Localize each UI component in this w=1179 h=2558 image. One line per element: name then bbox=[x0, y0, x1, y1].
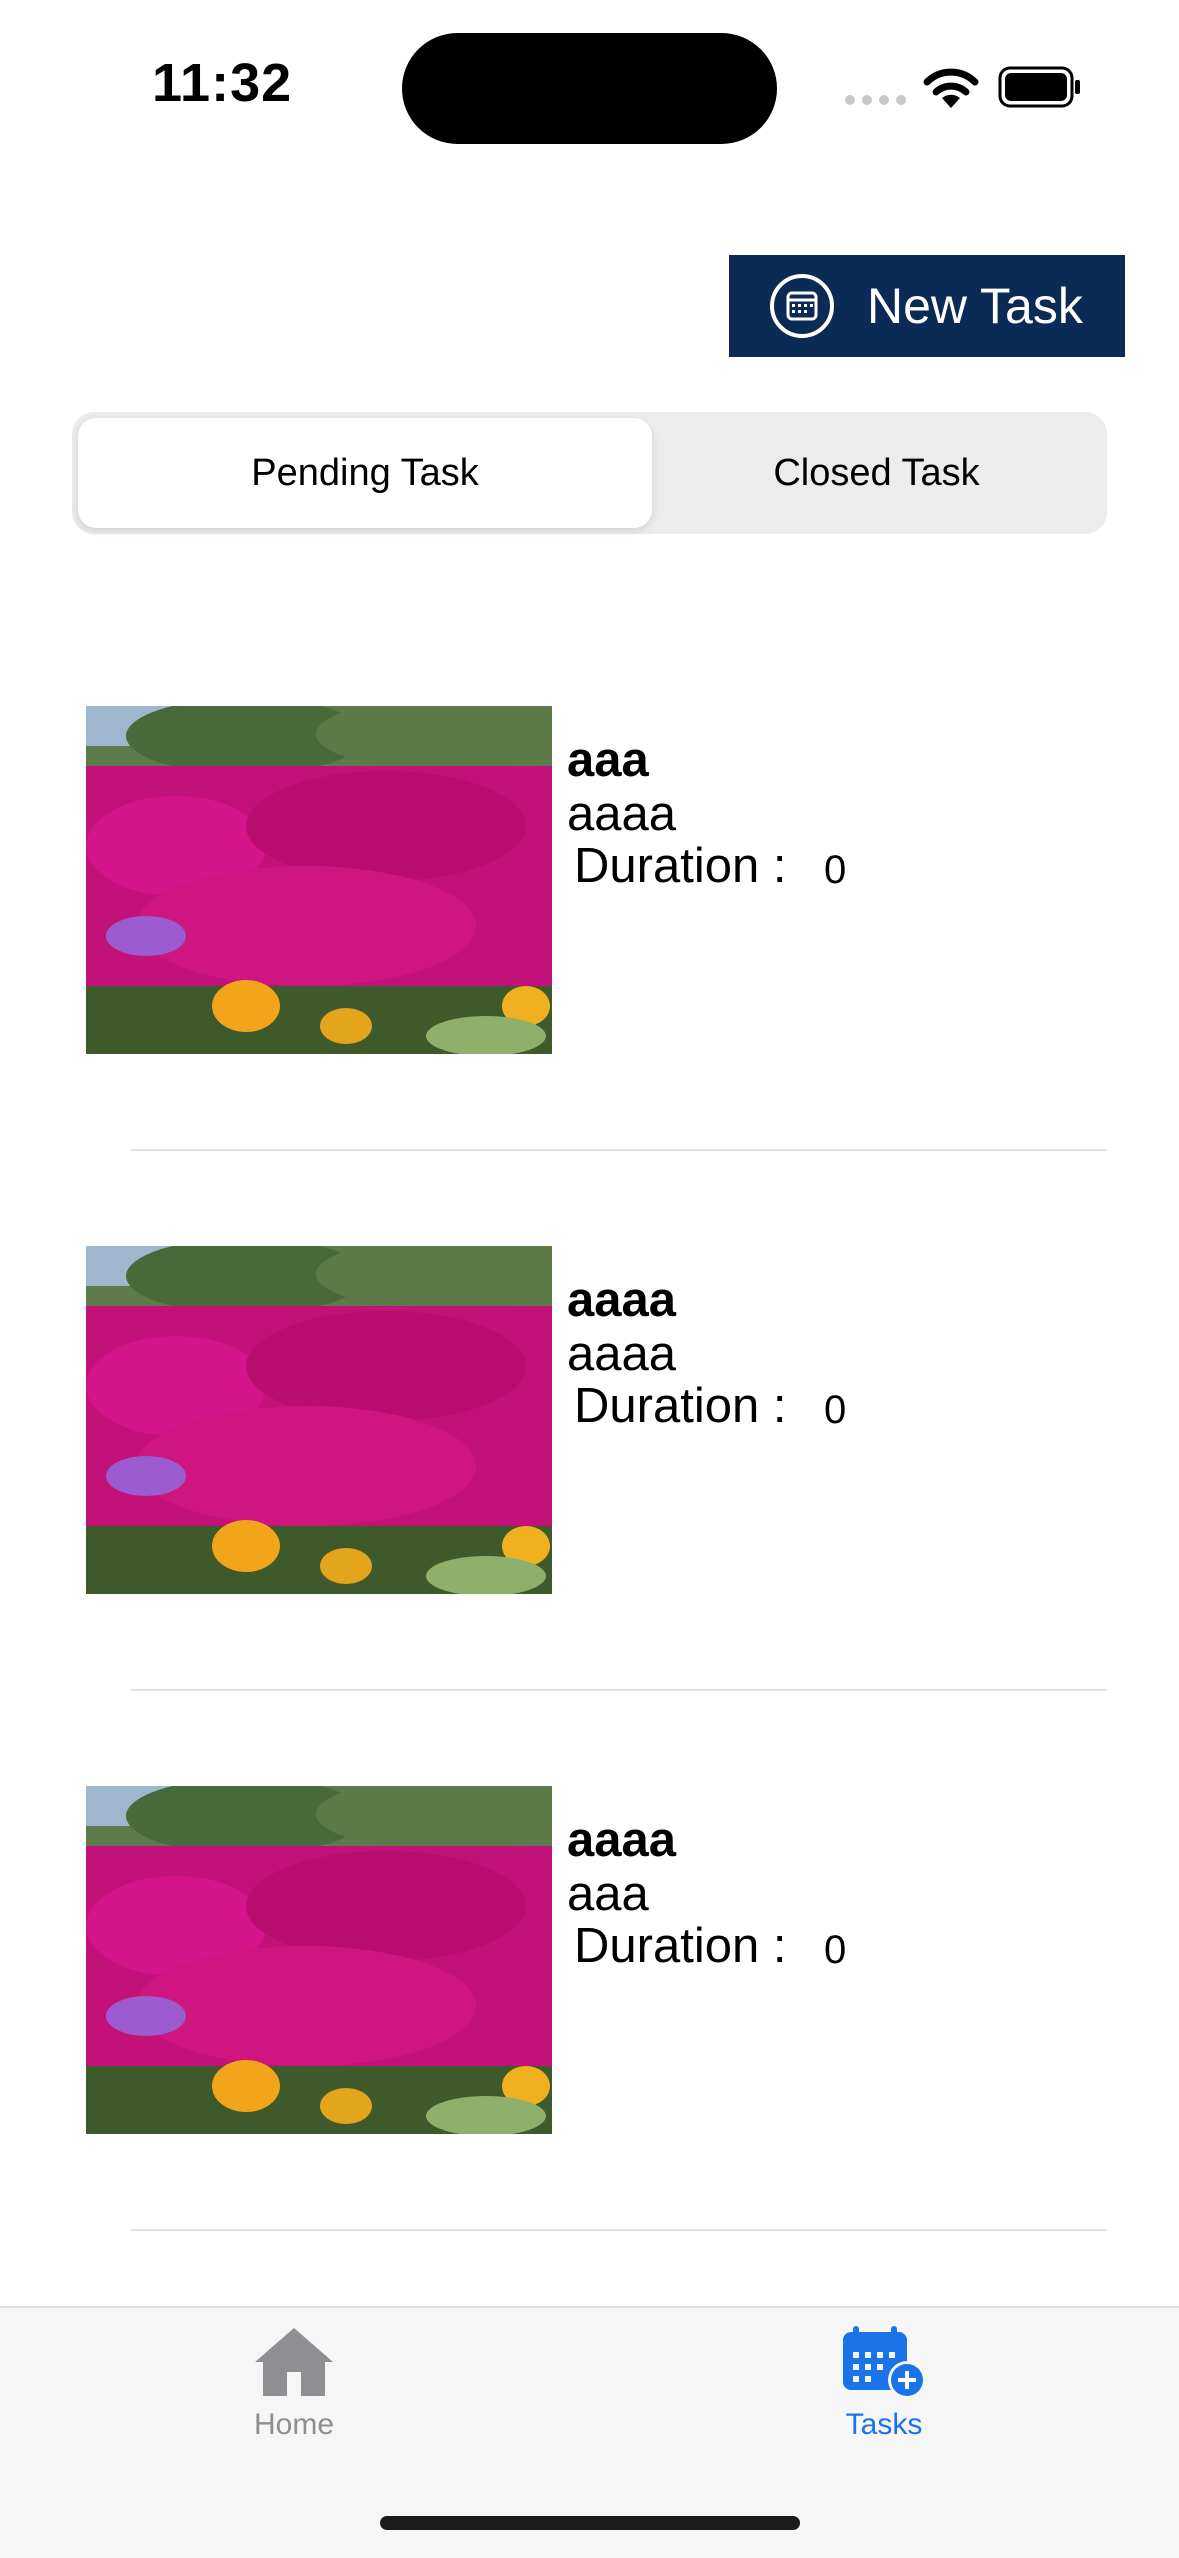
tab-tasks[interactable]: Tasks bbox=[734, 2324, 1034, 2474]
task-duration-label: Duration : bbox=[574, 1919, 787, 1973]
task-duration-value: 0 bbox=[824, 1388, 847, 1432]
task-thumbnail-image bbox=[86, 1246, 552, 1594]
home-indicator bbox=[380, 2516, 800, 2530]
new-task-button[interactable]: New Task bbox=[729, 255, 1125, 357]
task-filter-segmented-control: Pending Task Closed Task bbox=[72, 412, 1107, 534]
status-time: 11:32 bbox=[152, 53, 293, 113]
task-duration-label: Duration : bbox=[574, 839, 787, 893]
task-row[interactable]: aaaa aaaa Duration : 0 bbox=[0, 1220, 1179, 1760]
task-description: aaaa bbox=[567, 1327, 677, 1381]
row-divider bbox=[131, 1149, 1107, 1151]
tab-home-label: Home bbox=[253, 2408, 335, 2441]
tab-closed-task[interactable]: Closed Task bbox=[652, 418, 1101, 528]
task-duration-label: Duration : bbox=[574, 1379, 787, 1433]
row-divider bbox=[131, 2229, 1107, 2231]
task-title: aaa bbox=[567, 733, 649, 787]
new-task-label: New Task bbox=[867, 278, 1083, 334]
calendar-add-icon bbox=[843, 2326, 926, 2399]
task-duration-value: 0 bbox=[824, 1928, 847, 1972]
task-description: aaaa bbox=[567, 787, 677, 841]
tab-pending-task[interactable]: Pending Task bbox=[78, 418, 652, 528]
task-thumbnail-image bbox=[86, 1786, 552, 2134]
task-duration-value: 0 bbox=[824, 848, 847, 892]
cellular-signal-icon bbox=[845, 95, 907, 107]
task-row[interactable]: aaa aaaa Duration : 0 bbox=[0, 680, 1179, 1220]
home-icon bbox=[255, 2328, 333, 2396]
status-bar: 11:32 bbox=[0, 0, 1179, 170]
task-description: aaa bbox=[567, 1867, 649, 1921]
task-thumbnail-image bbox=[86, 706, 552, 1054]
task-row[interactable]: aaaa aaa Duration : 0 bbox=[0, 1760, 1179, 2300]
wifi-icon bbox=[923, 68, 979, 108]
task-title: aaaa bbox=[567, 1813, 677, 1867]
tab-tasks-label: Tasks bbox=[845, 2408, 923, 2441]
row-divider bbox=[131, 1689, 1107, 1691]
calendar-icon bbox=[770, 274, 834, 338]
battery-icon bbox=[998, 66, 1080, 108]
task-title: aaaa bbox=[567, 1273, 677, 1327]
dynamic-island bbox=[402, 33, 777, 144]
tab-home[interactable]: Home bbox=[144, 2324, 444, 2474]
